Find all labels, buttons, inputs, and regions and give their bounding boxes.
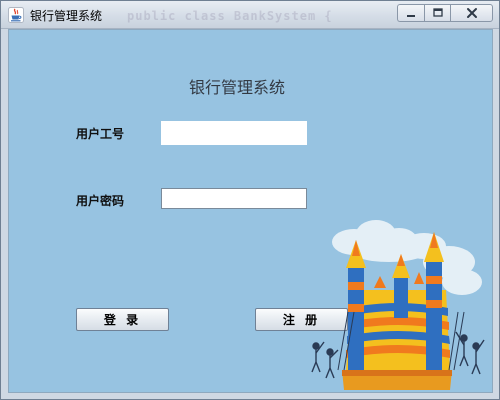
maximize-button[interactable] [424, 4, 450, 22]
minimize-icon [407, 15, 415, 17]
login-panel: 银行管理系统 用户工号 用户密码 登 录 注 册 [8, 29, 493, 393]
maximize-icon [432, 8, 443, 17]
close-icon [466, 8, 477, 18]
user-id-label: 用户工号 [76, 127, 125, 141]
login-button[interactable]: 登 录 [76, 308, 169, 331]
window-controls [397, 4, 493, 22]
page-title: 银行管理系统 [188, 78, 285, 97]
password-input[interactable] [161, 188, 307, 209]
java-cup-icon [8, 7, 24, 23]
bouncy-castle-illustration [311, 220, 485, 390]
user-id-input[interactable] [161, 121, 307, 145]
background-code-text: public class BankSystem { [127, 9, 333, 23]
title-bar[interactable]: 银行管理系统 public class BankSystem { [1, 1, 499, 29]
main-window: 银行管理系统 public class BankSystem { 银行管理系统 … [0, 0, 500, 400]
window-title: 银行管理系统 [30, 9, 103, 23]
close-button[interactable] [450, 4, 493, 22]
password-label: 用户密码 [76, 194, 125, 208]
minimize-button[interactable] [397, 4, 424, 22]
